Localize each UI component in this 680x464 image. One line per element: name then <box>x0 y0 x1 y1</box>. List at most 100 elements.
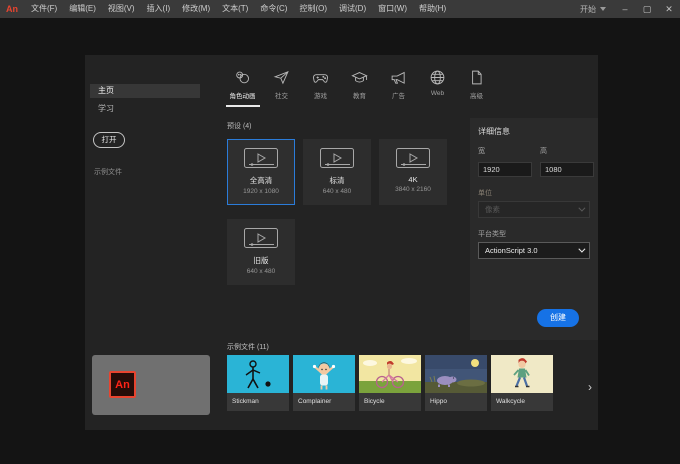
sample-name: Complainer <box>293 393 355 411</box>
character-animation-icon <box>236 71 249 84</box>
tab-web[interactable]: Web <box>418 65 457 107</box>
tab-label: 教育 <box>353 93 366 100</box>
sidebar-sample-files-link[interactable]: 示例文件 <box>94 167 122 177</box>
tab-ads[interactable]: 广告 <box>379 65 418 107</box>
tab-underline <box>421 102 455 104</box>
video-preset-icon <box>244 148 278 168</box>
sample-card-hippo[interactable]: Hippo <box>425 355 487 411</box>
tab-underline <box>382 105 416 107</box>
animate-logo-icon: An <box>109 371 136 398</box>
menu-insert[interactable]: 插入(I) <box>141 0 177 18</box>
category-tabs: 角色动画 社交 游戏 教育 广告 Web 高级 <box>223 65 496 107</box>
samples-next-arrow[interactable]: › <box>588 380 592 394</box>
home-panel: 主页 学习 打开 示例文件 角色动画 社交 游戏 教育 广告 Web 高级 预设… <box>85 55 598 430</box>
units-label: 单位 <box>478 190 492 197</box>
create-button[interactable]: 创建 <box>537 309 579 327</box>
tab-advanced[interactable]: 高级 <box>457 65 496 107</box>
sample-files-row: Stickman Complainer Bicycle Hippo Walkcy… <box>227 355 553 411</box>
presets-header: 预设 (4) <box>227 123 252 130</box>
platform-dropdown[interactable]: ActionScript 3.0 <box>478 242 590 259</box>
hippo-thumbnail <box>425 355 487 393</box>
tab-label: 高级 <box>470 93 483 100</box>
preset-title: 旧版 <box>253 256 269 265</box>
preset-title: 全高清 <box>249 176 273 185</box>
app-logo-icon: An <box>6 4 18 14</box>
preset-title: 标清 <box>329 176 345 185</box>
graduation-cap-icon <box>351 72 368 83</box>
tab-label: 角色动画 <box>229 93 256 100</box>
menu-text[interactable]: 文本(T) <box>216 0 254 18</box>
tab-game[interactable]: 游戏 <box>301 65 340 107</box>
tab-character-animation[interactable]: 角色动画 <box>223 65 262 107</box>
sample-name: Bicycle <box>359 393 421 411</box>
maximize-button[interactable]: ▢ <box>636 0 658 18</box>
animate-banner[interactable]: An <box>92 355 210 415</box>
chevron-down-icon <box>600 7 606 11</box>
tab-underline <box>265 105 299 107</box>
preset-card-full-hd[interactable]: 全高清 1920 x 1080 <box>227 139 295 205</box>
preset-card-legacy[interactable]: 旧版 640 x 480 <box>227 219 295 285</box>
bicycle-thumbnail <box>359 355 421 393</box>
sample-card-bicycle[interactable]: Bicycle <box>359 355 421 411</box>
preset-card-4k[interactable]: 4K 3840 x 2160 <box>379 139 447 205</box>
chevron-down-icon <box>578 204 586 212</box>
units-value: 像素 <box>485 205 500 214</box>
minimize-button[interactable]: – <box>614 0 636 18</box>
video-preset-icon <box>320 148 354 168</box>
gamepad-icon <box>312 74 329 83</box>
chevron-down-icon <box>578 245 586 253</box>
sample-card-complainer[interactable]: Complainer <box>293 355 355 411</box>
close-button[interactable]: ✕ <box>658 0 680 18</box>
open-button[interactable]: 打开 <box>93 132 125 148</box>
menu-file[interactable]: 文件(F) <box>25 0 63 18</box>
tab-education[interactable]: 教育 <box>340 65 379 107</box>
preset-cards: 全高清 1920 x 1080 标清 640 x 480 4K 3840 x 2… <box>227 139 447 285</box>
width-input[interactable] <box>478 162 532 177</box>
height-label: 高 <box>540 148 547 155</box>
sample-card-walkcycle[interactable]: Walkcycle <box>491 355 553 411</box>
height-input[interactable] <box>540 162 594 177</box>
tab-label: Web <box>430 90 445 97</box>
details-header: 详细信息 <box>478 127 510 136</box>
menu-commands[interactable]: 命令(C) <box>254 0 293 18</box>
active-tab-underline <box>225 105 260 107</box>
details-panel: 详细信息 宽 高 单位 像素 平台类型 ActionScript 3.0 <box>470 118 598 340</box>
menu-edit[interactable]: 编辑(E) <box>63 0 102 18</box>
tab-underline <box>304 105 338 107</box>
tab-label: 游戏 <box>314 93 327 100</box>
sample-card-stickman[interactable]: Stickman <box>227 355 289 411</box>
paper-plane-icon <box>273 71 289 85</box>
megaphone-icon <box>391 71 405 84</box>
animate-start-screen: An 文件(F) 编辑(E) 视图(V) 插入(I) 修改(M) 文本(T) 命… <box>0 0 680 464</box>
samples-header: 示例文件 (11) <box>227 344 269 351</box>
menu-view[interactable]: 视图(V) <box>102 0 141 18</box>
menu-window[interactable]: 窗口(W) <box>372 0 413 18</box>
menu-modify[interactable]: 修改(M) <box>176 0 216 18</box>
stickman-thumbnail <box>227 355 289 393</box>
platform-value: ActionScript 3.0 <box>485 246 538 255</box>
document-icon <box>472 70 482 85</box>
preset-resolution: 640 x 480 <box>322 188 352 195</box>
preset-card-sd[interactable]: 标清 640 x 480 <box>303 139 371 205</box>
preset-resolution: 640 x 480 <box>246 268 276 275</box>
sidebar-item-home[interactable]: 主页 <box>90 84 200 98</box>
tab-underline <box>460 105 494 107</box>
complainer-thumbnail <box>293 355 355 393</box>
menu-control[interactable]: 控制(O) <box>293 0 333 18</box>
tab-underline <box>343 105 377 107</box>
menu-help[interactable]: 帮助(H) <box>413 0 452 18</box>
preset-resolution: 3840 x 2160 <box>395 186 431 193</box>
units-dropdown: 像素 <box>478 201 590 218</box>
walkcycle-thumbnail <box>491 355 553 393</box>
sample-name: Stickman <box>227 393 289 411</box>
video-preset-icon <box>396 148 430 168</box>
tab-label: 广告 <box>392 93 405 100</box>
menu-debug[interactable]: 调试(D) <box>333 0 372 18</box>
video-preset-icon <box>244 228 278 248</box>
workspace-switcher[interactable]: 开始 <box>572 4 614 15</box>
tab-label: 社交 <box>275 93 288 100</box>
tab-social[interactable]: 社交 <box>262 65 301 107</box>
sidebar-item-learn[interactable]: 学习 <box>90 102 200 116</box>
menubar: An 文件(F) 编辑(E) 视图(V) 插入(I) 修改(M) 文本(T) 命… <box>0 0 680 18</box>
sample-name: Walkcycle <box>491 393 553 411</box>
